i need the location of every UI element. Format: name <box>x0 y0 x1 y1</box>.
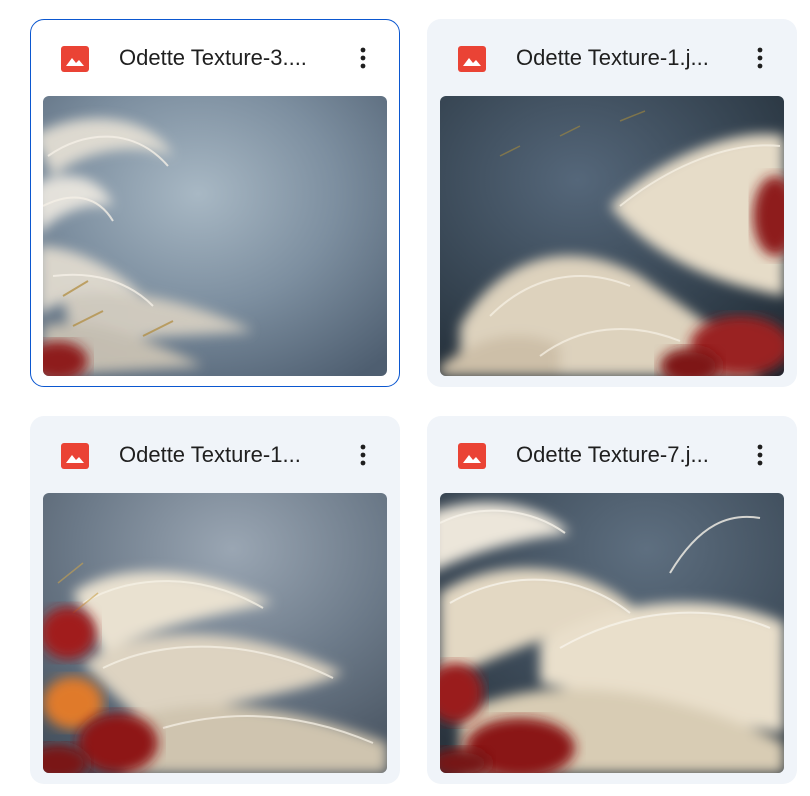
image-file-icon <box>61 46 89 72</box>
file-card[interactable]: Odette Texture-1.j... <box>427 19 797 387</box>
file-card[interactable]: Odette Texture-3.... <box>30 19 400 387</box>
more-vert-icon <box>360 47 366 69</box>
file-card[interactable]: Odette Texture-1... <box>30 416 400 784</box>
more-vert-icon <box>757 444 763 466</box>
file-card-header[interactable]: Odette Texture-1.j... <box>428 20 796 94</box>
file-thumbnail[interactable] <box>440 96 784 376</box>
file-name: Odette Texture-3.... <box>119 45 307 70</box>
file-name: Odette Texture-1... <box>119 442 301 467</box>
file-thumbnail[interactable] <box>43 493 387 773</box>
file-card-header[interactable]: Odette Texture-3.... <box>31 20 399 94</box>
file-thumbnail[interactable] <box>43 96 387 376</box>
more-options-button[interactable] <box>742 437 778 473</box>
more-vert-icon <box>360 444 366 466</box>
file-grid: Odette Texture-3.... Odette Texture-1.j.… <box>0 0 810 796</box>
file-card-header[interactable]: Odette Texture-7.j... <box>428 417 796 491</box>
file-name: Odette Texture-1.j... <box>516 45 709 70</box>
more-options-button[interactable] <box>345 40 381 76</box>
file-thumbnail[interactable] <box>440 493 784 773</box>
file-card[interactable]: Odette Texture-7.j... <box>427 416 797 784</box>
image-file-icon <box>458 443 486 469</box>
more-vert-icon <box>757 47 763 69</box>
image-file-icon <box>458 46 486 72</box>
file-card-header[interactable]: Odette Texture-1... <box>31 417 399 491</box>
file-name: Odette Texture-7.j... <box>516 442 709 467</box>
more-options-button[interactable] <box>742 40 778 76</box>
image-file-icon <box>61 443 89 469</box>
more-options-button[interactable] <box>345 437 381 473</box>
